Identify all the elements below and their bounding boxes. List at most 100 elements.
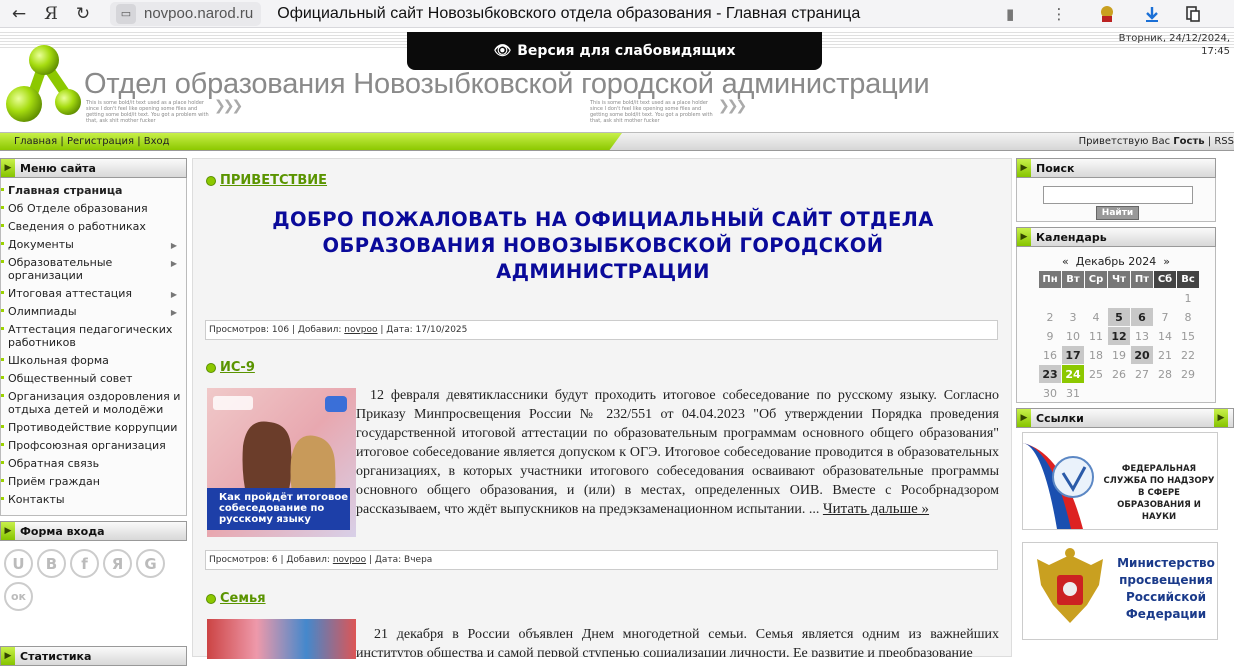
greeting-prefix: Приветствую Вас (1078, 136, 1171, 147)
article-thumbnail[interactable] (207, 619, 356, 659)
menu-item-label: Главная страница (8, 184, 123, 197)
post-meta: Просмотров: 106 | Добавил: novpoo | Дата… (205, 320, 998, 340)
menu-item[interactable]: Об Отделе образования (1, 200, 186, 218)
calendar-day: 11 (1089, 329, 1103, 343)
menu-item[interactable]: Аттестация педагогических работников (1, 321, 186, 352)
menu-item[interactable]: Контакты (1, 491, 186, 509)
author-link[interactable]: novpoo (344, 325, 377, 335)
menu-item-label: Олимпиады (8, 305, 77, 318)
social-login-icon[interactable]: Я (103, 549, 132, 578)
menu-item[interactable]: Образовательные организации ▶ (1, 254, 186, 285)
site-info-icon[interactable]: ▭ (116, 3, 136, 24)
calendar-day[interactable]: 23 (1039, 365, 1061, 383)
reload-icon[interactable]: ↻ (70, 1, 96, 27)
menu-item[interactable]: Сведения о работниках (1, 218, 186, 236)
calendar-prev[interactable]: « (1062, 255, 1069, 268)
read-more-link[interactable]: Читать дальше » (823, 501, 929, 517)
rss-link[interactable]: RSS (1214, 136, 1234, 147)
screenshot-icon[interactable] (1180, 2, 1206, 26)
minprosvesheniya-banner[interactable]: Министерство просвещения Российской Феде… (1022, 542, 1218, 640)
menu-item[interactable]: Главная страница (1, 182, 186, 200)
calendar-day: 9 (1046, 329, 1054, 343)
menu-item[interactable]: Профсоюзная организация (1, 437, 186, 455)
more-menu-icon[interactable]: ⋮ (1046, 2, 1072, 26)
calendar-day: 27 (1135, 367, 1149, 381)
social-login-icon[interactable]: B (37, 549, 66, 578)
nav-login-link[interactable]: Вход (144, 136, 170, 147)
back-icon[interactable]: ← (6, 1, 32, 27)
search-input[interactable] (1043, 186, 1193, 204)
menu-item-label: Противодействие коррупции (8, 421, 178, 434)
menu-block-title: Меню сайта (20, 161, 96, 175)
calendar-day: 18 (1089, 348, 1103, 362)
menu-item[interactable]: Общественный совет (1, 370, 186, 388)
menu-item-label: Образовательные организации (8, 256, 113, 282)
calendar-weekday: Пн (1039, 271, 1061, 288)
search-button[interactable]: Найти (1096, 206, 1139, 220)
calendar-month: Декабрь 2024 (1075, 255, 1157, 268)
social-login-icon[interactable]: G (136, 549, 165, 578)
post-date: Дата: 17/10/2025 (386, 325, 468, 335)
menu-item[interactable]: Приём граждан (1, 473, 186, 491)
bullet-icon (207, 594, 215, 603)
address-bar[interactable]: ▭ novpoo.narod.ru (110, 1, 262, 26)
social-login-icons: U Bf Я Gок (0, 541, 187, 611)
social-login-icon[interactable]: f (70, 549, 99, 578)
menu-item[interactable]: Документы ▶ (1, 236, 186, 254)
menu-item[interactable]: Обратная связь (1, 455, 186, 473)
calendar-weekday: Пт (1131, 271, 1153, 288)
site-header: 👁 Версия для слабовидящих Вторник, 24/12… (0, 28, 1234, 132)
rosobrnadzor-text: ФЕДЕРАЛЬНАЯ СЛУЖБА ПО НАДЗОРУ В СФЕРЕ ОБ… (1103, 464, 1215, 522)
thumbnail-caption: Как пройдёт итоговое собеседование по ру… (219, 492, 349, 525)
calendar-day: 15 (1181, 329, 1195, 343)
calendar-day[interactable]: 5 (1108, 308, 1130, 326)
top-nav-links: Главная | Регистрация | Вход (14, 136, 170, 147)
main-content: ПРИВЕТСТВИЕ ДОБРО ПОЖАЛОВАТЬ НА ОФИЦИАЛЬ… (192, 158, 1012, 659)
left-sidebar: ▶ Меню сайта Главная страница Об Отделе о… (0, 158, 187, 666)
article-body: 21 декабря в России объявлен Днем многод… (356, 625, 999, 657)
calendar-day[interactable]: 24 (1062, 365, 1084, 383)
nav-home-link[interactable]: Главная (14, 136, 57, 147)
extension-icon[interactable] (1094, 2, 1120, 26)
menu-item[interactable]: Противодействие коррупции (1, 419, 186, 437)
calendar-day: 10 (1066, 329, 1080, 343)
article-text: 12 февраля девятиклассники будут проходи… (356, 388, 999, 517)
calendar-next[interactable]: » (1163, 255, 1170, 268)
menu-item[interactable]: Олимпиады ▶ (1, 303, 186, 321)
social-login-icon[interactable]: ок (4, 582, 33, 611)
rosobrnadzor-banner[interactable]: ФЕДЕРАЛЬНАЯ СЛУЖБА ПО НАДЗОРУ В СФЕРЕ ОБ… (1022, 432, 1218, 530)
top-nav-bar: Главная | Регистрация | Вход Приветствую… (0, 132, 1234, 151)
article-title-family[interactable]: Семья (207, 591, 266, 606)
calendar-empty (1108, 289, 1130, 307)
article-thumbnail[interactable]: Как пройдёт итоговое собеседование по ру… (207, 388, 356, 537)
site-logo[interactable] (0, 40, 84, 132)
menu-item[interactable]: Итоговая аттестация ▶ (1, 285, 186, 303)
calendar-day: 14 (1158, 329, 1172, 343)
calendar-day[interactable]: 12 (1108, 327, 1130, 345)
login-block-title: Форма входа (20, 524, 105, 538)
bookmark-icon[interactable]: ▮ (1006, 5, 1014, 23)
calendar-block-header: ▶ Календарь (1016, 227, 1216, 247)
submenu-arrow-icon: ▶ (170, 241, 177, 250)
author-link[interactable]: novpoo (333, 555, 366, 565)
stats-block-title: Статистика (20, 649, 92, 663)
url-text: novpoo.narod.ru (144, 5, 254, 22)
calendar-day[interactable]: 17 (1062, 346, 1084, 364)
article-title-is9[interactable]: ИС-9 (207, 360, 255, 375)
calendar-day[interactable]: 20 (1131, 346, 1153, 364)
download-icon[interactable] (1139, 2, 1165, 26)
placeholder-text: This is some bold/it text used as a plac… (86, 100, 209, 124)
calendar-weekday: Чт (1108, 271, 1130, 288)
search-block-title: Поиск (1036, 161, 1075, 175)
calendar-day[interactable]: 6 (1131, 308, 1153, 326)
site-menu: Главная страница Об Отделе образования Све… (0, 178, 187, 516)
bullet-icon (207, 363, 215, 372)
low-vision-version-button[interactable]: 👁 Версия для слабовидящих (407, 32, 822, 70)
menu-item[interactable]: Организация оздоровления и отдыха детей … (1, 388, 186, 419)
menu-item[interactable]: Школьная форма (1, 352, 186, 370)
nav-register-link[interactable]: Регистрация (67, 136, 134, 147)
menu-item-label: Профсоюзная организация (8, 439, 166, 452)
greeting-section-title[interactable]: ПРИВЕТСТВИЕ (207, 173, 327, 188)
yandex-icon[interactable]: Я (38, 1, 64, 27)
social-login-icon[interactable]: U (4, 549, 33, 578)
